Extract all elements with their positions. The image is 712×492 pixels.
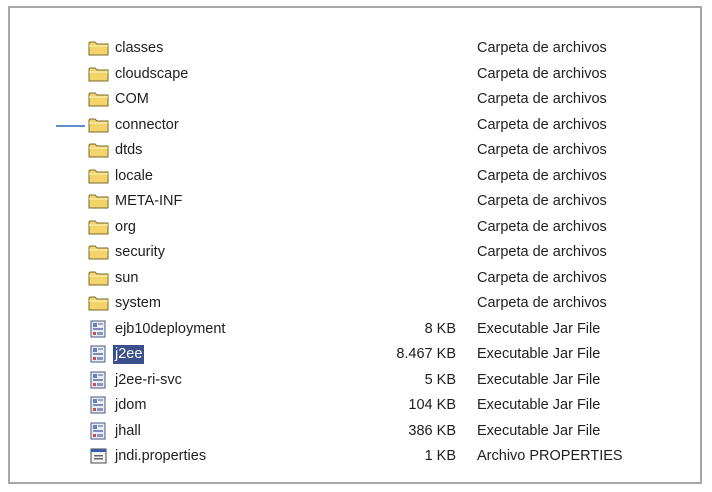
- folder-icon: [88, 192, 110, 210]
- folder-icon: [88, 141, 110, 159]
- file-row[interactable]: system Carpeta de archivos: [10, 291, 700, 317]
- file-type: Executable Jar File: [477, 422, 601, 439]
- file-name[interactable]: ejb10deployment: [115, 320, 225, 339]
- file-name[interactable]: jhall: [115, 422, 141, 441]
- file-type: Executable Jar File: [477, 397, 601, 413]
- file-type: Carpeta de archivos: [477, 142, 607, 158]
- jar-file-icon: [88, 422, 110, 440]
- file-size: 5 KB: [424, 371, 456, 388]
- file-row[interactable]: META-INF Carpeta de archivos: [10, 189, 700, 215]
- file-name[interactable]: META-INF: [115, 192, 182, 211]
- file-type: Archivo PROPERTIES: [477, 448, 623, 464]
- file-type: Carpeta de archivos: [477, 193, 607, 209]
- file-name[interactable]: system: [115, 294, 161, 313]
- jar-file-icon: [88, 345, 110, 363]
- folder-icon: [88, 116, 110, 134]
- file-name[interactable]: connector: [115, 116, 179, 135]
- file-name[interactable]: org: [115, 218, 136, 237]
- folder-icon: [88, 65, 110, 83]
- file-name[interactable]: locale: [115, 167, 153, 186]
- file-name[interactable]: classes: [115, 39, 163, 58]
- file-row[interactable]: j2ee 8.467 KB Executable Jar File: [10, 342, 700, 368]
- folder-icon: [88, 269, 110, 287]
- file-type: Executable Jar File: [477, 371, 601, 388]
- jar-file-icon: [88, 371, 110, 389]
- folder-icon: [88, 243, 110, 261]
- file-row[interactable]: sun Carpeta de archivos: [10, 266, 700, 292]
- file-name[interactable]: cloudscape: [115, 65, 188, 84]
- file-type: Executable Jar File: [477, 320, 601, 337]
- file-type: Carpeta de archivos: [477, 65, 607, 82]
- file-list: classes Carpeta de archivos cloudscape C…: [10, 36, 700, 470]
- file-name[interactable]: COM: [115, 90, 149, 109]
- file-type: Carpeta de archivos: [477, 40, 607, 56]
- file-row[interactable]: jndi.properties 1 KB Archivo PROPERTIES: [10, 444, 700, 470]
- file-name[interactable]: j2ee: [113, 345, 145, 364]
- file-name[interactable]: sun: [115, 269, 138, 288]
- file-name[interactable]: jndi.properties: [115, 447, 206, 466]
- file-size: 1 KB: [424, 448, 456, 464]
- file-row[interactable]: classes Carpeta de archivos: [10, 36, 700, 62]
- file-row[interactable]: jhall 386 KB Executable Jar File: [10, 419, 700, 445]
- folder-icon: [88, 39, 110, 57]
- file-name[interactable]: dtds: [115, 141, 142, 160]
- folder-icon: [88, 167, 110, 185]
- file-row[interactable]: security Carpeta de archivos: [10, 240, 700, 266]
- folder-icon: [88, 294, 110, 312]
- file-type: Carpeta de archivos: [477, 269, 607, 286]
- folder-icon: [88, 90, 110, 108]
- file-type: Carpeta de archivos: [477, 91, 607, 107]
- file-row[interactable]: ejb10deployment 8 KB Executable Jar File: [10, 317, 700, 343]
- file-row[interactable]: jdom 104 KB Executable Jar File: [10, 393, 700, 419]
- file-size: 8 KB: [424, 320, 456, 337]
- file-size: 386 KB: [408, 422, 456, 439]
- file-row[interactable]: COM Carpeta de archivos: [10, 87, 700, 113]
- jar-file-icon: [88, 320, 110, 338]
- file-row[interactable]: connector Carpeta de archivos: [10, 113, 700, 139]
- file-type: Executable Jar File: [477, 346, 601, 362]
- jar-file-icon: [88, 396, 110, 414]
- file-size: 104 KB: [408, 397, 456, 413]
- file-row[interactable]: j2ee-ri-svc 5 KB Executable Jar File: [10, 368, 700, 394]
- file-row[interactable]: dtds Carpeta de archivos: [10, 138, 700, 164]
- file-row[interactable]: org Carpeta de archivos: [10, 215, 700, 241]
- file-row[interactable]: cloudscape Carpeta de archivos: [10, 62, 700, 88]
- file-type: Carpeta de archivos: [477, 218, 607, 235]
- file-type: Carpeta de archivos: [477, 244, 607, 260]
- file-type: Carpeta de archivos: [477, 295, 607, 311]
- file-name[interactable]: jdom: [115, 396, 146, 415]
- file-row[interactable]: locale Carpeta de archivos: [10, 164, 700, 190]
- file-name[interactable]: j2ee-ri-svc: [115, 371, 182, 390]
- file-type: Carpeta de archivos: [477, 116, 607, 133]
- file-size: 8.467 KB: [396, 346, 456, 362]
- file-list-panel: classes Carpeta de archivos cloudscape C…: [8, 6, 702, 484]
- file-name[interactable]: security: [115, 243, 165, 262]
- properties-file-icon: [88, 447, 110, 465]
- file-type: Carpeta de archivos: [477, 167, 607, 184]
- folder-icon: [88, 218, 110, 236]
